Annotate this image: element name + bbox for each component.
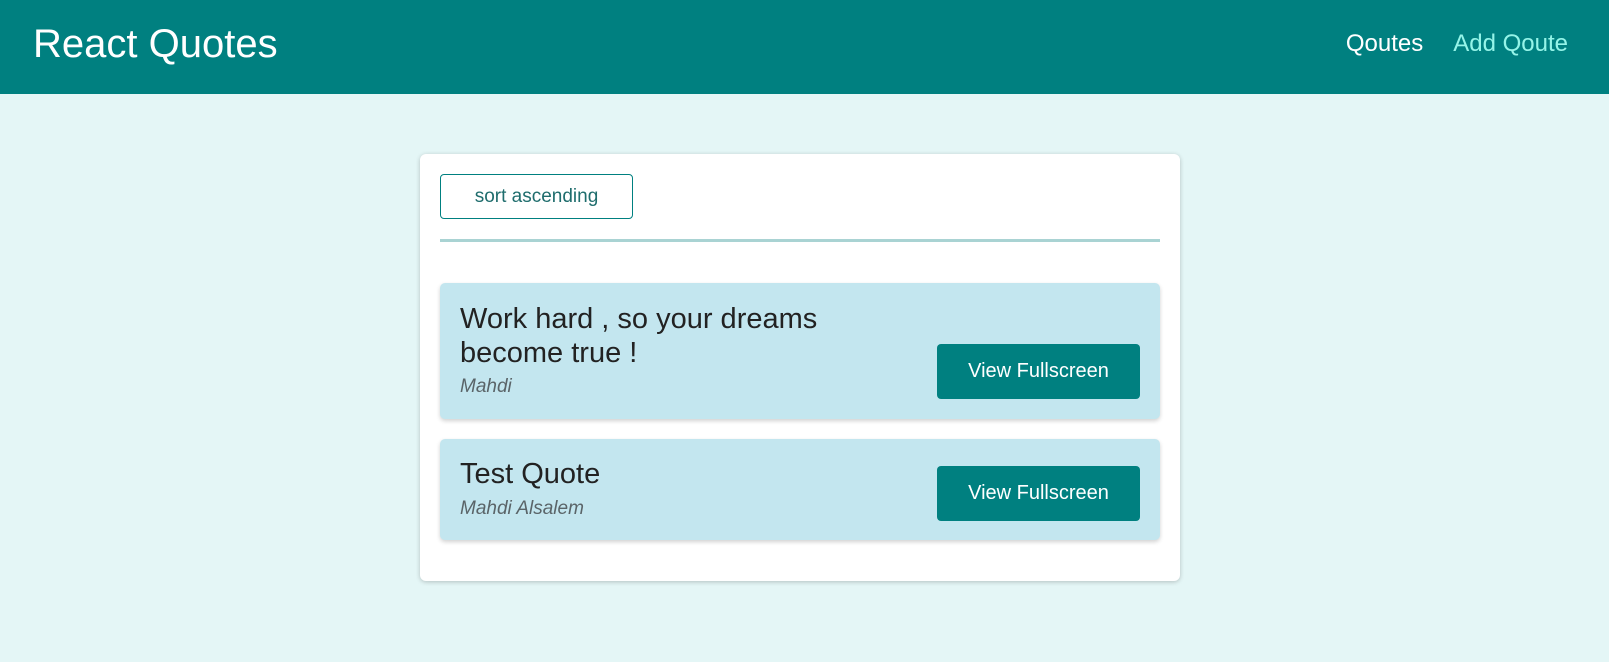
quote-author: Mahdi <box>460 376 512 397</box>
quote-item: Test Quote Mahdi Alsalem View Fullscreen <box>440 439 1160 540</box>
quote-author: Mahdi Alsalem <box>460 498 584 519</box>
view-fullscreen-button[interactable]: View Fullscreen <box>937 344 1140 399</box>
app-header: React Quotes Qoutes Add Qoute <box>0 0 1609 94</box>
app-brand: React Quotes <box>33 22 278 66</box>
nav-link-quotes[interactable]: Qoutes <box>1346 28 1423 60</box>
quotes-panel: sort ascending Work hard , so your dream… <box>420 154 1180 581</box>
main-nav: Qoutes Add Qoute <box>1346 28 1568 60</box>
divider <box>440 239 1160 242</box>
quote-text: Test Quote <box>460 458 601 490</box>
quote-item: Work hard , so your dreams become true !… <box>440 283 1160 419</box>
sort-button[interactable]: sort ascending <box>440 174 633 219</box>
view-fullscreen-button[interactable]: View Fullscreen <box>937 466 1140 521</box>
quote-text: Work hard , so your dreams become true ! <box>460 303 818 369</box>
nav-link-add-quote[interactable]: Add Qoute <box>1453 28 1568 60</box>
